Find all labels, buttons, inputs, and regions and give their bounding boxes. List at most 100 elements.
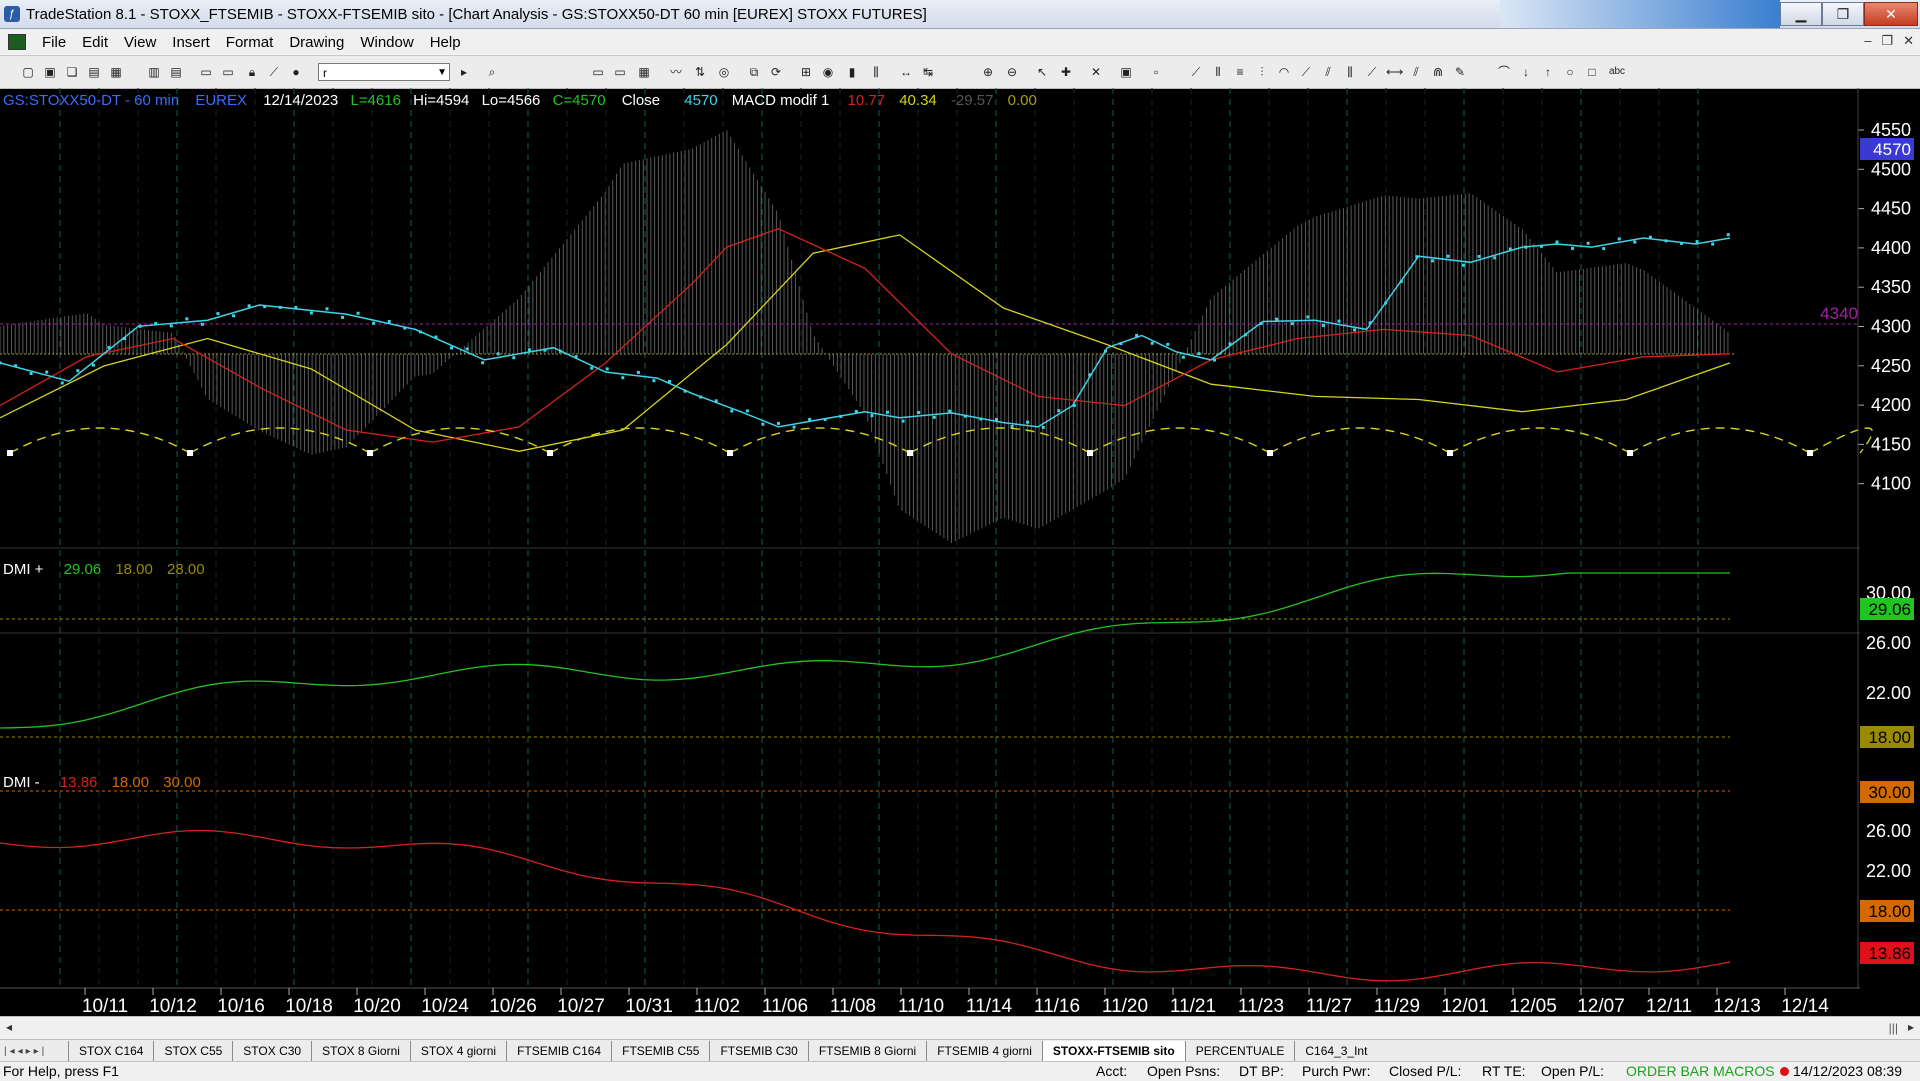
chart-icon[interactable]: ⟋ — [266, 64, 282, 80]
page-icon[interactable]: ▤ — [86, 64, 102, 80]
menu-file[interactable]: File — [34, 34, 74, 51]
menu-view[interactable]: View — [116, 34, 164, 51]
maximize-button[interactable]: ❐ — [1822, 2, 1864, 26]
ruler-icon[interactable]: ⟷ — [1386, 64, 1403, 80]
tab-stox-c55[interactable]: STOX C55 — [153, 1041, 232, 1061]
chart-canvas[interactable]: GS:STOXX50-DT - 60 min EUREX 12/14/2023 … — [0, 88, 1920, 1018]
window-icon[interactable]: ▭ — [198, 64, 214, 80]
symbol-input[interactable]: r ▼ — [318, 63, 450, 81]
folder-icon[interactable]: ▦ — [108, 64, 124, 80]
mdi-restore-icon[interactable]: ❐ — [1881, 33, 1893, 49]
chart-analysis-window[interactable]: GS:STOXX50-DT - 60 min EUREX 12/14/2023 … — [0, 88, 1920, 1028]
price-dot — [232, 314, 236, 318]
tile-icon[interactable]: ▭ — [220, 64, 236, 80]
price-dot — [1711, 242, 1715, 246]
text-icon[interactable]: abc — [1606, 64, 1628, 80]
layout-icon[interactable]: ▭ — [612, 64, 628, 80]
tab-ftsemib-c164[interactable]: FTSEMIB C164 — [506, 1041, 611, 1061]
globe-icon[interactable]: ● — [288, 64, 304, 80]
curve-icon[interactable]: ⌒ — [1496, 64, 1512, 80]
refresh-icon[interactable]: ⟳ — [768, 64, 784, 80]
arrow-up-icon[interactable]: ↑ — [1540, 64, 1556, 80]
status-order-bar-macros[interactable]: ORDER BAR MACROS — [1626, 1063, 1775, 1079]
grid-icon[interactable]: ▦ — [636, 64, 652, 80]
mdi-close-icon[interactable]: ✕ — [1903, 33, 1914, 49]
ellipse-icon[interactable]: ○ — [1562, 64, 1578, 80]
minimize-button[interactable]: ▁ — [1780, 2, 1822, 26]
tab-ftsemib-c55[interactable]: FTSEMIB C55 — [611, 1041, 709, 1061]
arch-icon[interactable]: ⋒ — [1430, 64, 1446, 80]
find-icon[interactable]: ⌕ — [484, 64, 500, 80]
gann-icon[interactable]: ⟋ — [1364, 64, 1380, 80]
zoom-out-bars-icon[interactable]: ↔ — [898, 64, 914, 80]
arrow-down-icon[interactable]: ↓ — [1518, 64, 1534, 80]
indicator-icon[interactable]: ⇅ — [692, 64, 708, 80]
lock-icon[interactable]: 🔒︎ — [244, 64, 260, 80]
disabled-icon[interactable]: ▫ — [1148, 64, 1164, 80]
zoom-in-icon[interactable]: ⊕ — [980, 64, 996, 80]
insert-window-icon[interactable]: ▭ — [590, 64, 606, 80]
tab-ftsemib-c30[interactable]: FTSEMIB C30 — [709, 1041, 807, 1061]
tab-ftsemib-4-giorni[interactable]: FTSEMIB 4 giorni — [926, 1041, 1042, 1061]
rectangle-icon[interactable]: □ — [1584, 64, 1600, 80]
menu-edit[interactable]: Edit — [74, 34, 116, 51]
arc-icon[interactable]: ◠ — [1276, 64, 1292, 80]
tab-stoxx-ftsemib-sito[interactable]: STOXX-FTSEMIB sito — [1041, 1041, 1185, 1061]
tab-percentuale[interactable]: PERCENTUALE — [1184, 1041, 1295, 1061]
indicator-value-4: 0.00 — [1008, 92, 1037, 109]
horizontal-scrollbar[interactable]: ◂ ||| ▸ — [0, 1016, 1920, 1039]
channel-icon[interactable]: ⫽ — [1320, 64, 1336, 80]
hlines-icon[interactable]: ≡ — [1232, 64, 1248, 80]
fib-icon[interactable]: ⦀ — [1210, 64, 1226, 80]
menu-drawing[interactable]: Drawing — [281, 34, 352, 51]
pencil-icon[interactable]: ✎ — [1452, 64, 1468, 80]
tab-stox-c164[interactable]: STOX C164 — [68, 1041, 153, 1061]
cycle-icon[interactable]: ⫼ — [1342, 64, 1358, 80]
dropdown-arrow-icon[interactable]: ▼ — [437, 64, 447, 82]
document-icon[interactable] — [8, 34, 26, 50]
tab-nav-arrows-icon[interactable]: |◂◂▸▸| — [0, 1046, 68, 1057]
price-dot — [963, 414, 967, 418]
close-button[interactable]: ✕ — [1864, 2, 1918, 26]
gauge-icon[interactable]: ◉ — [820, 64, 836, 80]
scroll-thumb-icon[interactable]: ||| — [1889, 1021, 1898, 1035]
candles-icon[interactable]: ⫼ — [868, 64, 884, 80]
tab-stox-8-giorni[interactable]: STOX 8 Giorni — [311, 1041, 410, 1061]
tab-c164-3-int[interactable]: C164_3_Int — [1294, 1041, 1377, 1061]
menu-insert[interactable]: Insert — [164, 34, 218, 51]
menu-help[interactable]: Help — [422, 34, 469, 51]
bar-chart-icon[interactable]: ▮ — [844, 64, 860, 80]
strategy-icon[interactable]: ◎ — [716, 64, 732, 80]
radar-icon[interactable]: ⊞ — [798, 64, 814, 80]
scroll-left-icon[interactable]: ◂ — [6, 1020, 12, 1034]
line-chart-icon[interactable]: 〰 — [668, 64, 684, 80]
tab-stox-c30[interactable]: STOX C30 — [232, 1041, 311, 1061]
tab-ftsemib-8-giorni[interactable]: FTSEMIB 8 Giorni — [807, 1041, 926, 1061]
zoom-out-icon[interactable]: ⊖ — [1004, 64, 1020, 80]
tab-stox-4-giorni[interactable]: STOX 4 giorni — [409, 1041, 506, 1061]
new-icon[interactable]: ▢ — [20, 64, 36, 80]
speed-lines-icon[interactable]: ⫶ — [1254, 64, 1270, 80]
crosshair-icon[interactable]: ✚ — [1058, 64, 1074, 80]
copy-icon[interactable]: ❏ — [64, 64, 80, 80]
parallel-icon[interactable]: ⫽ — [1408, 64, 1424, 80]
open-icon[interactable]: ▣ — [42, 64, 58, 80]
data-window-icon[interactable]: ▣ — [1118, 64, 1134, 80]
price-dot — [325, 307, 329, 311]
menu-format[interactable]: Format — [218, 34, 282, 51]
format-icon[interactable]: ⧉ — [746, 64, 762, 80]
pointer-icon[interactable]: ↖ — [1034, 64, 1050, 80]
go-arrow-icon[interactable]: ▸ — [456, 64, 472, 80]
print-preview-icon[interactable]: ▤ — [168, 64, 184, 80]
fan-icon[interactable]: ⟋ — [1298, 64, 1314, 80]
price-tick-label: 4200 — [1871, 395, 1911, 415]
price-dot — [1430, 259, 1434, 263]
tools-icon[interactable]: ✕ — [1088, 64, 1104, 80]
scroll-right-icon[interactable]: ▸ — [1908, 1020, 1914, 1034]
mdi-minimize-icon[interactable]: – — [1864, 33, 1871, 49]
print-icon[interactable]: ▥ — [146, 64, 162, 80]
menu-window[interactable]: Window — [352, 34, 421, 51]
cycle-point — [547, 450, 553, 456]
trendline-icon[interactable]: ⟋ — [1188, 64, 1204, 80]
zoom-in-bars-icon[interactable]: ↹ — [920, 64, 936, 80]
